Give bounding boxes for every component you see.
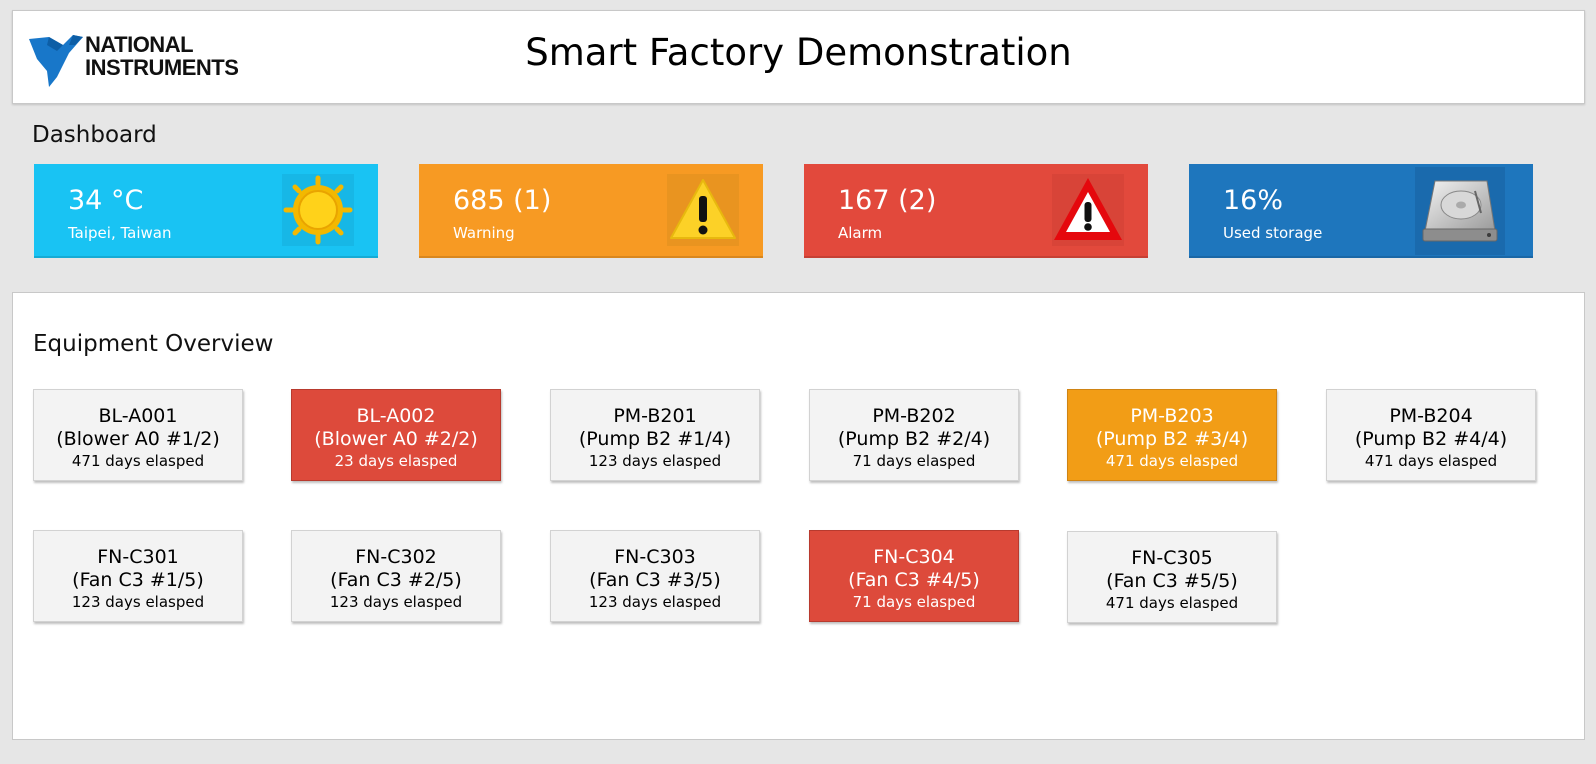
alarm-triangle-icon <box>1052 174 1124 246</box>
equipment-days-elapsed: 123 days elasped <box>588 452 722 470</box>
equipment-card-fn-c301[interactable]: FN-C301 (Fan C3 #1/5) 123 days elasped <box>33 530 243 622</box>
equipment-days-elapsed: 71 days elasped <box>852 593 976 611</box>
equipment-description: (Fan C3 #2/5) <box>330 569 462 591</box>
location-caption: Taipei, Taiwan <box>68 224 172 242</box>
equipment-description: (Blower A0 #1/2) <box>56 428 220 450</box>
equipment-id: FN-C305 <box>1131 547 1213 569</box>
equipment-overview-panel: Equipment Overview BL-A001 (Blower A0 #1… <box>12 292 1585 740</box>
equipment-id: BL-A001 <box>98 405 178 427</box>
equipment-days-elapsed: 471 days elasped <box>1364 452 1498 470</box>
equipment-days-elapsed: 71 days elasped <box>852 452 976 470</box>
equipment-id: FN-C301 <box>97 546 179 568</box>
equipment-card-fn-c304[interactable]: FN-C304 (Fan C3 #4/5) 71 days elasped <box>809 530 1019 622</box>
equipment-days-elapsed: 23 days elasped <box>334 452 458 470</box>
equipment-card-pm-b203[interactable]: PM-B203 (Pump B2 #3/4) 471 days elasped <box>1067 389 1277 481</box>
storage-tile[interactable]: 16% Used storage <box>1189 164 1533 258</box>
equipment-card-pm-b202[interactable]: PM-B202 (Pump B2 #2/4) 71 days elasped <box>809 389 1019 481</box>
equipment-id: PM-B204 <box>1389 405 1473 427</box>
equipment-card-pm-b201[interactable]: PM-B201 (Pump B2 #1/4) 123 days elasped <box>550 389 760 481</box>
equipment-description: (Pump B2 #2/4) <box>837 428 991 450</box>
equipment-days-elapsed: 123 days elasped <box>71 593 205 611</box>
equipment-card-pm-b204[interactable]: PM-B204 (Pump B2 #4/4) 471 days elasped <box>1326 389 1536 481</box>
temperature-value: 34 °C <box>68 185 144 216</box>
equipment-id: FN-C303 <box>614 546 696 568</box>
equipment-id: FN-C304 <box>873 546 955 568</box>
equipment-description: (Fan C3 #1/5) <box>72 569 204 591</box>
sun-icon <box>282 174 354 246</box>
equipment-days-elapsed: 123 days elasped <box>588 593 722 611</box>
equipment-days-elapsed: 471 days elasped <box>1105 452 1239 470</box>
equipment-days-elapsed: 471 days elasped <box>1105 594 1239 612</box>
equipment-card-bl-a002[interactable]: BL-A002 (Blower A0 #2/2) 23 days elasped <box>291 389 501 481</box>
alarm-caption: Alarm <box>838 224 883 242</box>
storage-percent: 16% <box>1223 185 1284 216</box>
storage-caption: Used storage <box>1223 224 1323 242</box>
equipment-description: (Pump B2 #4/4) <box>1354 428 1508 450</box>
equipment-id: PM-B202 <box>872 405 956 427</box>
equipment-overview-heading: Equipment Overview <box>33 331 274 357</box>
equipment-id: BL-A002 <box>356 405 436 427</box>
equipment-id: PM-B201 <box>613 405 697 427</box>
alarm-tile[interactable]: 167 (2) Alarm <box>804 164 1148 258</box>
equipment-description: (Fan C3 #5/5) <box>1106 570 1238 592</box>
warning-tile[interactable]: 685 (1) Warning <box>419 164 763 258</box>
equipment-description: (Fan C3 #4/5) <box>848 569 980 591</box>
equipment-days-elapsed: 123 days elasped <box>329 593 463 611</box>
header-bar: NATIONAL INSTRUMENTS Smart Factory Demon… <box>12 10 1585 104</box>
equipment-card-fn-c305[interactable]: FN-C305 (Fan C3 #5/5) 471 days elasped <box>1067 531 1277 623</box>
equipment-card-fn-c302[interactable]: FN-C302 (Fan C3 #2/5) 123 days elasped <box>291 530 501 622</box>
dashboard-heading: Dashboard <box>32 122 157 148</box>
equipment-description: (Fan C3 #3/5) <box>589 569 721 591</box>
hard-drive-icon <box>1415 167 1505 255</box>
warning-caption: Warning <box>453 224 515 242</box>
equipment-card-bl-a001[interactable]: BL-A001 (Blower A0 #1/2) 471 days elaspe… <box>33 389 243 481</box>
equipment-description: (Blower A0 #2/2) <box>314 428 478 450</box>
warning-count: 685 (1) <box>453 185 552 216</box>
equipment-id: PM-B203 <box>1130 405 1214 427</box>
page-title: Smart Factory Demonstration <box>525 31 1072 74</box>
equipment-description: (Pump B2 #1/4) <box>578 428 732 450</box>
alarm-count: 167 (2) <box>838 185 937 216</box>
warning-icon <box>667 174 739 246</box>
equipment-card-fn-c303[interactable]: FN-C303 (Fan C3 #3/5) 123 days elasped <box>550 530 760 622</box>
equipment-id: FN-C302 <box>355 546 437 568</box>
equipment-description: (Pump B2 #3/4) <box>1095 428 1249 450</box>
weather-tile[interactable]: 34 °C Taipei, Taiwan <box>34 164 378 258</box>
equipment-days-elapsed: 471 days elasped <box>71 452 205 470</box>
